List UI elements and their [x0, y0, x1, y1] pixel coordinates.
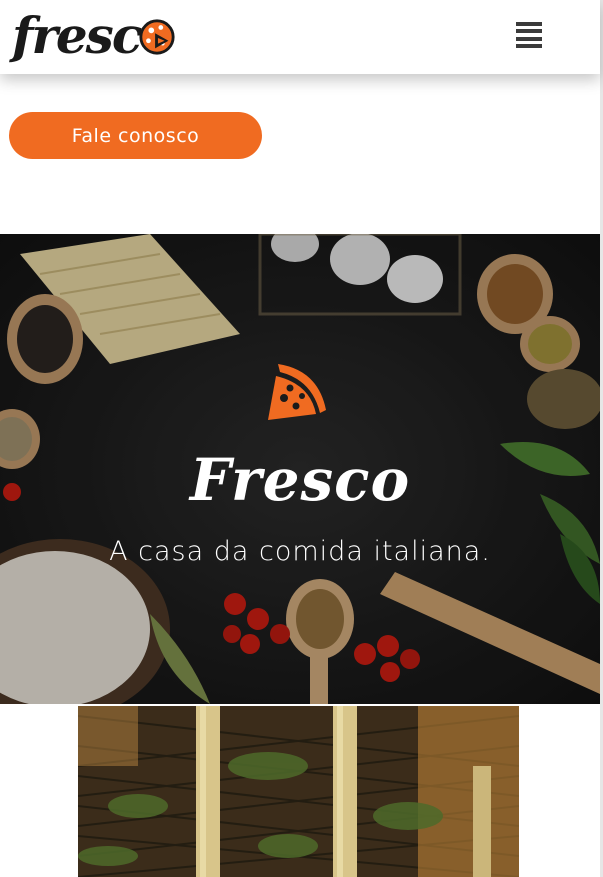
hero-subtitle: A casa da comida italiana.: [109, 536, 491, 567]
hamburger-menu-icon[interactable]: [516, 22, 542, 48]
site-header: fresc: [0, 0, 600, 74]
pizza-slice-icon: [268, 364, 326, 420]
contact-button[interactable]: Fale conosco: [9, 112, 262, 159]
restaurant-photo-image: [78, 706, 519, 877]
restaurant-photo: [78, 706, 519, 877]
hero-title: Fresco: [189, 446, 411, 514]
hero-banner: Fresco A casa da comida italiana.: [0, 234, 600, 704]
menu-line: [516, 22, 542, 26]
pizza-icon: [139, 19, 175, 55]
menu-line: [516, 43, 542, 48]
menu-line: [516, 29, 542, 34]
logo[interactable]: fresc: [12, 6, 176, 66]
logo-text: fresc: [12, 6, 142, 65]
menu-line: [516, 36, 542, 41]
